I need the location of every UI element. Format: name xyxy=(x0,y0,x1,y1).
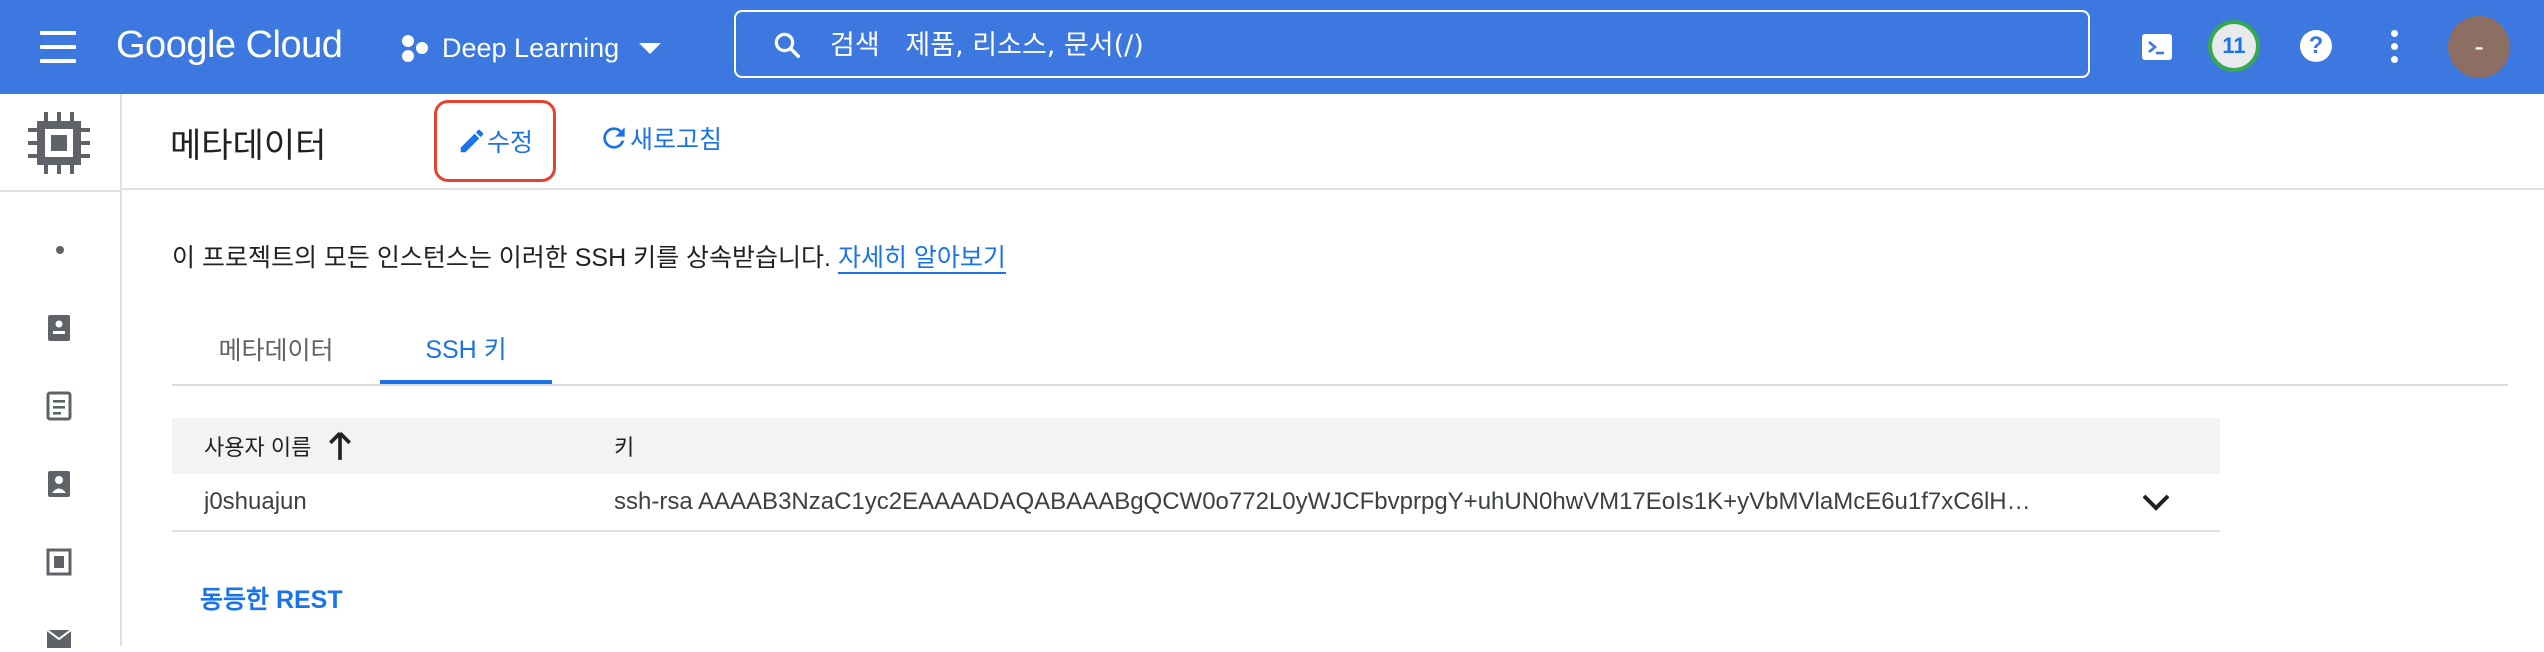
nav-item-mail-icon[interactable] xyxy=(44,620,74,652)
column-header-key[interactable]: 키 xyxy=(614,418,634,474)
nav-item-template-icon[interactable] xyxy=(44,390,74,422)
project-icon xyxy=(400,33,430,63)
arrow-up-icon xyxy=(329,431,352,460)
nav-item-dot[interactable] xyxy=(56,246,64,254)
nav-item-group-icon[interactable] xyxy=(44,468,74,500)
table-header: 사용자 이름 키 xyxy=(172,418,2220,474)
nav-item-instance-icon[interactable] xyxy=(44,312,74,344)
table-row[interactable]: j0shuajun ssh-rsa AAAAB3NzaC1yc2EAAAADAQ… xyxy=(172,474,2220,532)
menu-icon[interactable] xyxy=(36,27,80,67)
refresh-icon xyxy=(603,127,625,149)
help-icon[interactable]: ? xyxy=(2300,30,2332,62)
ssh-keys-table: 사용자 이름 키 j0shuajun ssh-rsa AAAAB3NzaC1yc… xyxy=(172,418,2220,532)
more-options-icon[interactable] xyxy=(2380,28,2410,66)
project-selector[interactable]: Deep Learning xyxy=(400,26,662,70)
project-name: Deep Learning xyxy=(442,32,620,63)
cell-username: j0shuajun xyxy=(204,488,307,515)
learn-more-link[interactable]: 자세히 알아보기 xyxy=(837,244,1006,274)
search-icon xyxy=(774,32,800,58)
cell-key: ssh-rsa AAAAB3NzaC1yc2EAAAADAQABAAABgQCW… xyxy=(614,488,2031,515)
nav-divider xyxy=(0,190,122,192)
chevron-down-icon[interactable] xyxy=(2138,486,2174,518)
edit-label: 수정 xyxy=(486,129,533,157)
info-text: 이 프로젝트의 모든 인스턴스는 이러한 SSH 키를 상속받습니다. 자세히 … xyxy=(172,238,1006,274)
nav-item-storage-icon[interactable] xyxy=(44,546,74,578)
column-header-username[interactable]: 사용자 이름 xyxy=(204,418,353,474)
edit-button[interactable]: 수정 xyxy=(434,100,556,182)
refresh-button[interactable]: 새로고침 xyxy=(598,116,722,160)
left-nav-rail xyxy=(0,94,122,648)
cloud-shell-icon[interactable] xyxy=(2132,22,2182,72)
avatar[interactable]: - xyxy=(2448,16,2510,78)
top-app-bar: Google Cloud Deep Learning 11 ? - xyxy=(0,0,2544,94)
notification-badge[interactable]: 11 xyxy=(2208,20,2260,72)
info-message: 이 프로젝트의 모든 인스턴스는 이러한 SSH 키를 상속받습니다. xyxy=(172,244,831,272)
search-input[interactable] xyxy=(828,24,2032,66)
google-cloud-logo[interactable]: Google Cloud xyxy=(116,20,343,70)
username-header-label: 사용자 이름 xyxy=(204,435,312,460)
pencil-icon xyxy=(460,129,484,153)
equivalent-rest-link[interactable]: 동등한 REST xyxy=(200,580,343,616)
refresh-label: 새로고침 xyxy=(630,126,723,154)
compute-engine-icon xyxy=(28,112,90,174)
tab-bar: 메타데이터 SSH 키 xyxy=(172,316,2508,386)
search-box[interactable] xyxy=(734,10,2090,78)
page-header: 메타데이터 수정 새로고침 xyxy=(122,94,2544,190)
chevron-down-icon xyxy=(639,42,662,54)
tab-ssh-keys[interactable]: SSH 키 xyxy=(380,316,552,384)
page-title: 메타데이터 xyxy=(170,127,327,165)
tab-metadata[interactable]: 메타데이터 xyxy=(172,316,380,382)
